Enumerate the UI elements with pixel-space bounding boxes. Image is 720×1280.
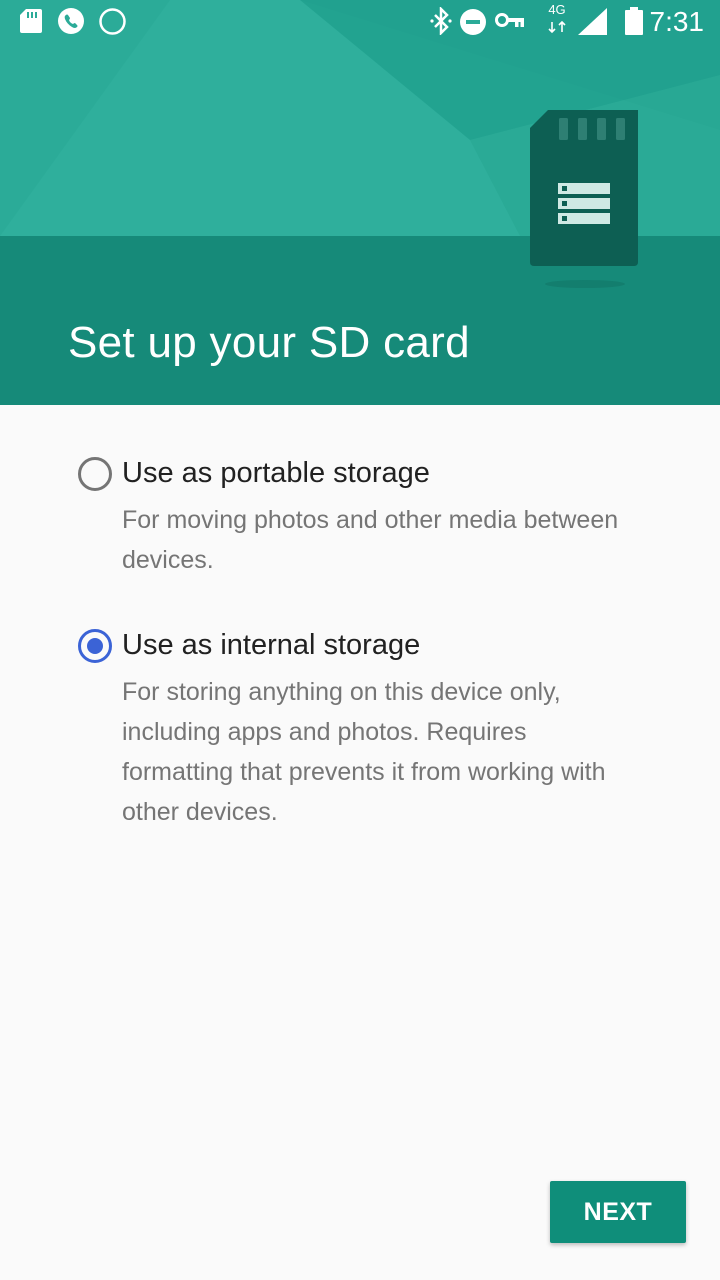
option-internal-storage[interactable]: Use as internal storage For storing anyt…: [0, 612, 720, 842]
next-button[interactable]: NEXT: [550, 1181, 686, 1243]
option-title: Use as portable storage: [122, 457, 430, 489]
option-description: For storing anything on this device only…: [122, 678, 606, 826]
network-type-label: 4G: [548, 2, 566, 17]
circle-icon: [99, 8, 126, 35]
bluetooth-icon: [430, 7, 452, 35]
header: Set up your SD card: [0, 0, 720, 405]
sd-card-icon: [20, 9, 42, 33]
radio-internal-storage[interactable]: [78, 629, 112, 663]
phone-icon: [58, 8, 84, 34]
clock: 7:31: [649, 6, 705, 37]
option-description: For moving photos and other media betwee…: [122, 506, 619, 574]
option-portable-storage[interactable]: Use as portable storage For moving photo…: [0, 440, 720, 590]
radio-portable-storage[interactable]: [78, 457, 112, 491]
option-title: Use as internal storage: [122, 629, 421, 661]
status-bar: 4G 7:31: [0, 0, 720, 44]
data-arrows-icon: [548, 20, 566, 34]
battery-icon: [625, 7, 643, 35]
screen: Set up your SD card 4G 7:31 Use as porta…: [0, 0, 720, 1280]
page-title: Set up your SD card: [68, 318, 470, 367]
signal-icon: [578, 8, 607, 35]
vpn-key-icon: [495, 13, 524, 27]
do-not-disturb-icon: [460, 9, 486, 35]
